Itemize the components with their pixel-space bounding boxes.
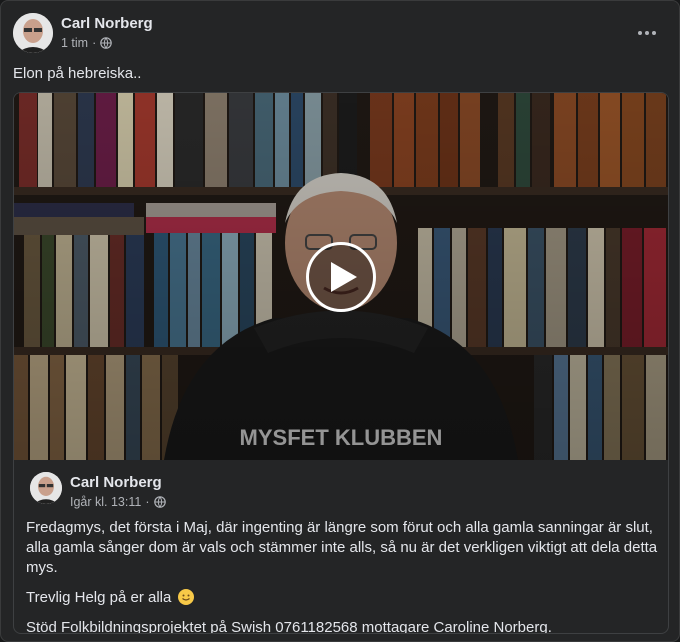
meta-separator: · bbox=[145, 495, 150, 509]
shared-paragraph-3: Stöd Folkbildningsprojektet på Swish 076… bbox=[26, 619, 552, 634]
shared-paragraph-2-text: Trevlig Helg på er alla bbox=[26, 589, 172, 606]
smiling-face-icon bbox=[177, 589, 194, 605]
play-icon[interactable] bbox=[306, 242, 376, 312]
meta-separator: · bbox=[92, 36, 97, 50]
post-timestamp[interactable]: 1 tim bbox=[61, 36, 88, 50]
author-avatar[interactable] bbox=[13, 13, 53, 53]
post-card: Carl Norberg 1 tim · Elon på hebreiska.. bbox=[0, 0, 680, 642]
shared-author-name[interactable]: Carl Norberg bbox=[70, 474, 162, 491]
shared-post-text: Fredagmys, det första i Maj, där ingenti… bbox=[26, 518, 662, 634]
globe-icon[interactable] bbox=[153, 496, 166, 508]
video-player[interactable]: MYSFET KLUBBEN bbox=[14, 93, 668, 460]
globe-icon[interactable] bbox=[100, 37, 113, 49]
shared-paragraph-1: Fredagmys, det första i Maj, där ingenti… bbox=[26, 519, 658, 576]
more-options-icon[interactable] bbox=[631, 17, 663, 49]
post-header: Carl Norberg 1 tim · bbox=[13, 13, 667, 53]
shared-author-avatar[interactable] bbox=[30, 472, 62, 504]
post-meta: 1 tim · bbox=[61, 36, 113, 50]
shared-post-details: Carl Norberg Igår kl. 13:11 · Fredagmys,… bbox=[14, 460, 668, 634]
shared-post[interactable]: MYSFET KLUBBEN Carl Norberg Igår kl. 13:… bbox=[13, 92, 669, 634]
shared-post-meta: Igår kl. 13:11 · bbox=[70, 495, 166, 509]
shared-paragraph-2: Trevlig Helg på er alla bbox=[26, 588, 662, 608]
author-name[interactable]: Carl Norberg bbox=[61, 15, 153, 32]
shared-post-timestamp[interactable]: Igår kl. 13:11 bbox=[70, 495, 141, 509]
post-text: Elon på hebreiska.. bbox=[13, 65, 142, 82]
